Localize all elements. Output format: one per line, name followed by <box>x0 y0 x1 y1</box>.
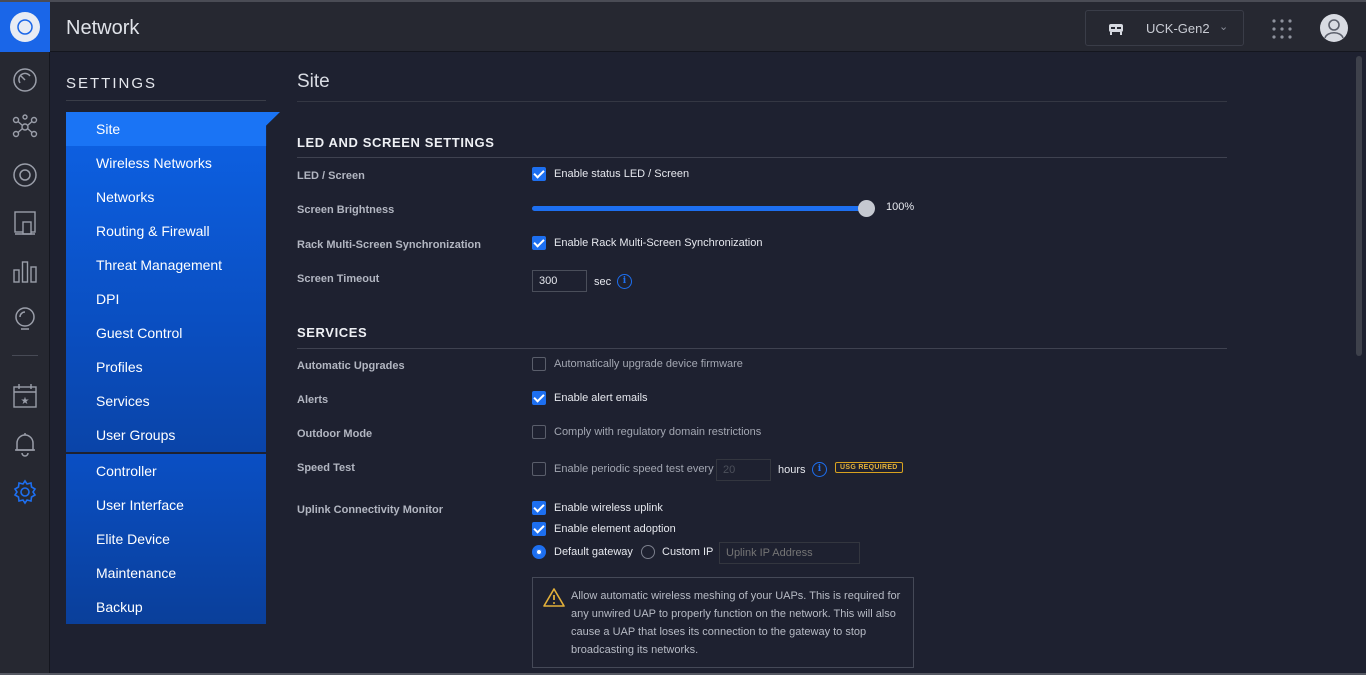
app-title: Network <box>66 17 140 39</box>
rack-sync-checkbox-label[interactable]: Enable Rack Multi-Screen Synchronization <box>554 237 763 249</box>
default-gateway-radio-label[interactable]: Default gateway <box>554 546 633 558</box>
section-title-led: LED AND SCREEN SETTINGS <box>297 135 495 150</box>
cloud-key-icon <box>1108 22 1124 40</box>
wireless-uplink-checkbox-label[interactable]: Enable wireless uplink <box>554 502 663 514</box>
outdoor-mode-checkbox-label[interactable]: Comply with regulatory domain restrictio… <box>554 426 761 438</box>
alert-emails-checkbox[interactable] <box>532 391 546 405</box>
brightness-value: 100% <box>886 201 915 213</box>
user-avatar[interactable] <box>1320 14 1348 42</box>
sidebar-item-routing-firewall[interactable]: Routing & Firewall <box>66 214 266 248</box>
device-name: UCK-Gen2 <box>1146 21 1210 36</box>
brightness-slider-fill <box>532 206 866 211</box>
outdoor-mode-label: Outdoor Mode <box>297 428 373 440</box>
default-gateway-radio[interactable] <box>532 545 546 559</box>
alert-emails-checkbox-label[interactable]: Enable alert emails <box>554 392 648 404</box>
topology-icon[interactable] <box>12 114 38 140</box>
sidebar-item-wireless-networks[interactable]: Wireless Networks <box>66 146 266 180</box>
element-adoption-checkbox-label[interactable]: Enable element adoption <box>554 523 676 535</box>
logo-icon <box>10 12 40 42</box>
led-screen-label: LED / Screen <box>297 170 365 182</box>
alerts-bulb-icon[interactable] <box>12 306 38 332</box>
sidebar-item-profiles[interactable]: Profiles <box>66 350 266 384</box>
uplink-ip-input[interactable] <box>719 542 860 564</box>
section-title-services: SERVICES <box>297 325 368 340</box>
top-bar: Network UCK-Gen2 ⌄ <box>0 0 1366 52</box>
info-icon[interactable]: i <box>617 274 632 289</box>
settings-nav: Site Wireless Networks Networks Routing … <box>66 112 280 624</box>
sidebar-item-networks[interactable]: Networks <box>66 180 266 214</box>
section-divider <box>297 157 1227 158</box>
settings-heading: SETTINGS <box>66 75 158 92</box>
page-title: Site <box>297 71 330 92</box>
sidebar-item-threat-management[interactable]: Threat Management <box>66 248 266 282</box>
custom-ip-radio-label[interactable]: Custom IP <box>662 546 713 558</box>
title-divider <box>297 101 1227 102</box>
wireless-uplink-checkbox[interactable] <box>532 501 546 515</box>
usg-required-badge: USG REQUIRED <box>835 462 903 473</box>
sidebar-item-controller[interactable]: Controller <box>66 454 266 488</box>
led-screen-checkbox-label[interactable]: Enable status LED / Screen <box>554 168 689 180</box>
screen-brightness-label: Screen Brightness <box>297 204 395 216</box>
chevron-down-icon: ⌄ <box>1219 21 1229 33</box>
custom-ip-radio[interactable] <box>641 545 655 559</box>
svg-text:★: ★ <box>21 396 30 407</box>
auto-upgrade-checkbox[interactable] <box>532 357 546 371</box>
screen-timeout-unit: sec <box>594 276 612 288</box>
led-screen-checkbox[interactable] <box>532 167 546 181</box>
brightness-slider-track[interactable] <box>532 206 866 211</box>
info-icon[interactable]: i <box>812 462 827 477</box>
left-nav-rail: ★ <box>0 52 50 675</box>
user-icon <box>1324 19 1344 39</box>
sidebar-item-backup[interactable]: Backup <box>66 590 266 624</box>
mesh-warning-box: Allow automatic wireless meshing of your… <box>532 577 914 668</box>
sidebar-item-user-groups[interactable]: User Groups <box>66 418 266 452</box>
speed-test-label: Speed Test <box>297 462 355 474</box>
speed-test-checkbox-label[interactable]: Enable periodic speed test every <box>554 463 714 475</box>
screen-timeout-input[interactable] <box>532 270 587 292</box>
rail-divider <box>12 355 38 356</box>
uplink-monitor-label: Uplink Connectivity Monitor <box>297 504 444 516</box>
brightness-slider-thumb[interactable] <box>858 200 875 217</box>
warning-icon <box>543 587 565 612</box>
dashboard-icon[interactable] <box>12 67 38 93</box>
sidebar-item-maintenance[interactable]: Maintenance <box>66 556 266 590</box>
speed-test-checkbox[interactable] <box>532 462 546 476</box>
nav-group-site: Wireless Networks Networks Routing & Fir… <box>66 146 266 452</box>
mesh-warning-text: Allow automatic wireless meshing of your… <box>571 590 901 656</box>
heading-divider <box>66 100 266 101</box>
auto-upgrade-checkbox-label[interactable]: Automatically upgrade device firmware <box>554 358 743 370</box>
notifications-bell-icon[interactable] <box>12 431 38 457</box>
page-scrollbar[interactable] <box>1356 56 1362 356</box>
sidebar-item-user-interface[interactable]: User Interface <box>66 488 266 522</box>
speed-test-interval-input[interactable] <box>716 459 771 481</box>
element-adoption-checkbox[interactable] <box>532 522 546 536</box>
alerts-label: Alerts <box>297 394 329 406</box>
events-calendar-icon[interactable]: ★ <box>12 383 38 409</box>
devices-icon[interactable] <box>12 210 38 236</box>
sidebar-item-dpi[interactable]: DPI <box>66 282 266 316</box>
section-divider <box>297 348 1227 349</box>
automatic-upgrades-label: Automatic Upgrades <box>297 360 405 372</box>
sidebar-item-services[interactable]: Services <box>66 384 266 418</box>
nav-group-controller: Controller User Interface Elite Device M… <box>66 454 266 624</box>
ubiquiti-logo[interactable] <box>0 2 50 52</box>
settings-gear-icon[interactable] <box>12 479 38 505</box>
statistics-icon[interactable] <box>12 162 38 188</box>
outdoor-mode-checkbox[interactable] <box>532 425 546 439</box>
sidebar-item-site[interactable]: Site <box>66 112 280 146</box>
screen-timeout-label: Screen Timeout <box>297 273 380 285</box>
device-selector[interactable]: UCK-Gen2 ⌄ <box>1085 10 1244 46</box>
speed-test-unit: hours <box>778 464 806 476</box>
sidebar-item-elite-device[interactable]: Elite Device <box>66 522 266 556</box>
rack-sync-label: Rack Multi-Screen Synchronization <box>297 239 481 251</box>
rack-sync-checkbox[interactable] <box>532 236 546 250</box>
insights-icon[interactable] <box>12 258 38 284</box>
sidebar-item-guest-control[interactable]: Guest Control <box>66 316 266 350</box>
grid-icon[interactable] <box>1272 19 1292 44</box>
